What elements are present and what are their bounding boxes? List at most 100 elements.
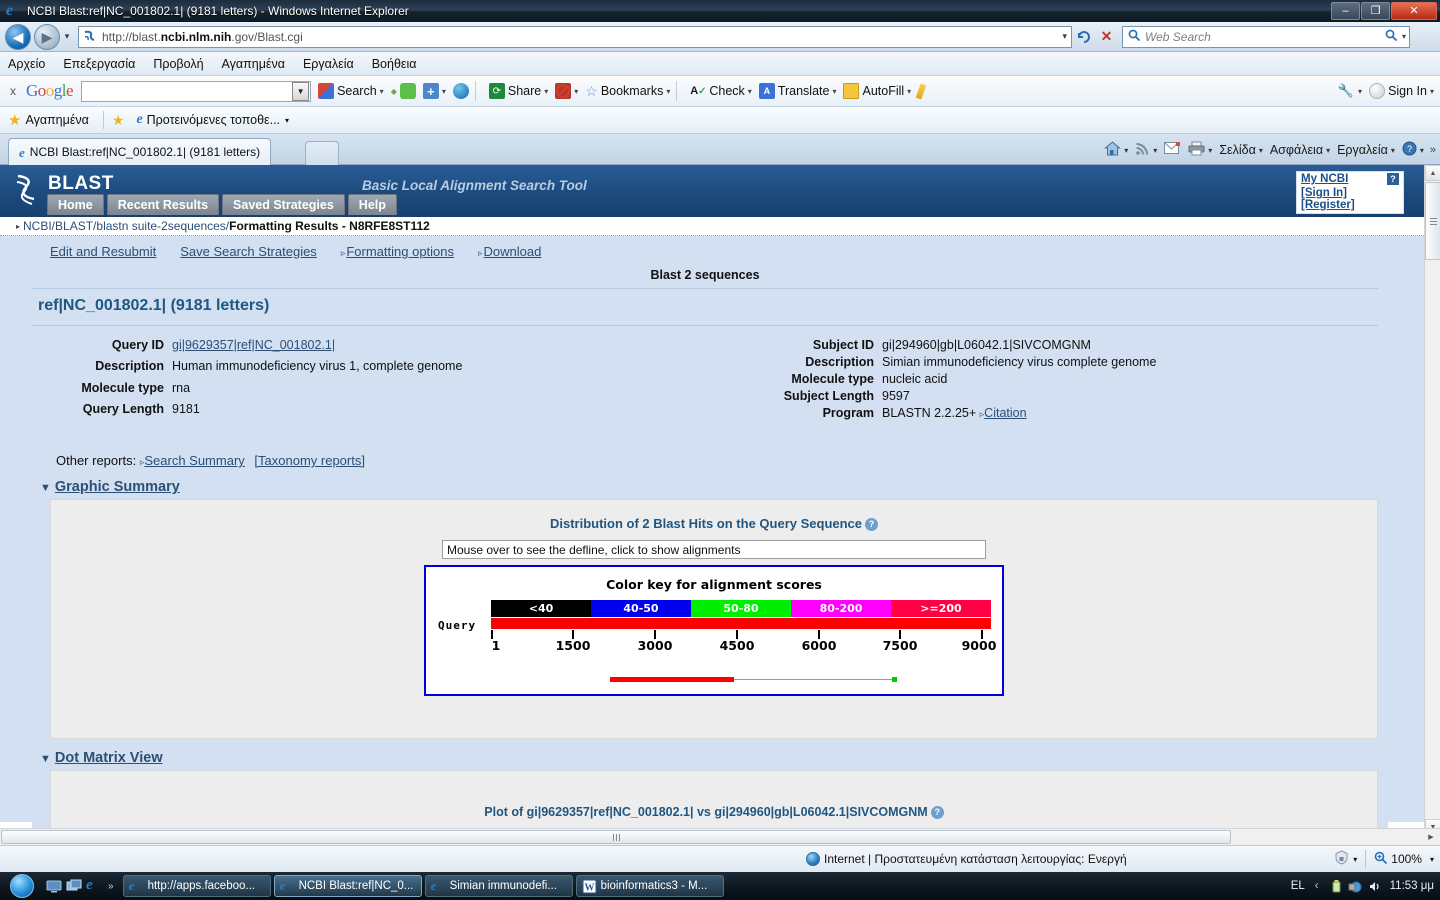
taxonomy-reports-link[interactable]: [Taxonomy reports] [254, 453, 365, 468]
blast-tab-help[interactable]: Help [347, 194, 397, 215]
google-earth-button[interactable] [452, 83, 469, 99]
start-button[interactable] [0, 872, 44, 900]
google-translate-button[interactable]: A Translate ▾ [758, 83, 836, 99]
taskbar-item-simian[interactable]: e Simian immunodefi... [424, 875, 573, 897]
breadcrumb-blastn-suite[interactable]: blastn suite-2sequences/ [96, 219, 229, 233]
battery-icon[interactable] [1329, 879, 1344, 894]
url-bar[interactable]: http://blast.ncbi.nlm.nih.gov/Blast.cgi … [78, 25, 1072, 48]
suggested-sites-button[interactable]: e Προτεινόμενες τοποθε... ▾ [136, 113, 289, 128]
read-mail-button[interactable] [1164, 142, 1181, 158]
menu-item-help[interactable]: Βοήθεια [372, 57, 417, 71]
dot-matrix-help-icon[interactable]: ? [930, 806, 944, 819]
my-ncbi-help-icon[interactable]: ? [1387, 173, 1399, 185]
menu-item-view[interactable]: Προβολή [153, 57, 203, 71]
back-button[interactable]: ◀ [5, 23, 31, 50]
formatting-options-link[interactable]: Formatting options [346, 244, 454, 259]
search-summary-link[interactable]: Search Summary [144, 453, 244, 468]
clock[interactable]: 11:53 μμ [1390, 880, 1434, 892]
breadcrumb-ncbi[interactable]: NCBI/ [23, 219, 55, 233]
scroll-right-button[interactable]: ▶ [1423, 830, 1439, 844]
google-signin-button[interactable]: Sign In ▾ [1369, 83, 1434, 99]
tray-expand-icon[interactable]: ‹ [1315, 880, 1319, 892]
google-sidewiki-button[interactable]: ◆ [391, 83, 416, 99]
search-submit-icon[interactable] [1385, 29, 1398, 45]
blast-hit-bar[interactable] [892, 677, 897, 682]
google-autofill-button[interactable]: AutoFill ▾ [843, 83, 911, 99]
download-link[interactable]: Download [484, 244, 542, 259]
close-button[interactable]: ✕ [1391, 2, 1437, 20]
google-share-button[interactable]: ⟳ Share ▾ [488, 83, 548, 99]
recent-pages-caret[interactable]: ▾ [60, 31, 74, 42]
minimize-button[interactable]: – [1331, 2, 1360, 20]
my-ncbi-link[interactable]: My NCBI [1301, 173, 1348, 185]
search-provider-caret[interactable]: ▾ [1402, 32, 1406, 41]
maximize-button[interactable]: ❐ [1361, 2, 1390, 20]
google-plus-button[interactable]: + ▾ [422, 83, 446, 99]
forward-button[interactable]: ▶ [34, 23, 60, 50]
language-indicator[interactable]: EL [1291, 880, 1305, 892]
volume-icon[interactable] [1367, 879, 1382, 894]
tab-ncbi-blast[interactable]: e NCBI Blast:ref|NC_001802.1| (9181 lett… [8, 138, 272, 165]
blast-tab-saved-strategies[interactable]: Saved Strategies [222, 194, 345, 215]
security-menu-button[interactable]: Ασφάλεια ▾ [1270, 143, 1330, 157]
blast-tab-home[interactable]: Home [47, 194, 104, 215]
horizontal-scrollbar[interactable]: ▶ [0, 828, 1440, 845]
feeds-button[interactable]: ▾ [1135, 141, 1157, 159]
query-id-link[interactable]: gi|9629357|ref|NC_001802.1| [172, 338, 335, 352]
zoom-level-label[interactable]: 100% [1391, 852, 1422, 866]
google-highlighter-button[interactable] [915, 82, 927, 100]
google-search-button[interactable]: Search ▾ [318, 83, 384, 99]
taskbar-item-facebook[interactable]: e http://apps.faceboo... [122, 875, 271, 897]
sign-in-link[interactable]: [Sign In] [1301, 187, 1347, 199]
web-search-box[interactable]: Web Search ▾ [1122, 25, 1410, 48]
zoom-caret-icon[interactable]: ▾ [1430, 855, 1434, 864]
citation-link[interactable]: Citation [984, 406, 1026, 420]
command-overflow-button[interactable]: » [1430, 144, 1436, 156]
google-popup-blocker-button[interactable]: ▾ [555, 83, 578, 99]
distribution-help-icon[interactable]: ? [865, 518, 879, 531]
menu-item-tools[interactable]: Εργαλεία [303, 57, 354, 71]
network-icon[interactable] [1348, 879, 1363, 894]
tools-menu-button[interactable]: Εργαλεία ▾ [1337, 143, 1395, 157]
taskbar-item-ncbi-blast[interactable]: e NCBI Blast:ref|NC_0... [273, 875, 422, 897]
graphic-summary-heading[interactable]: Graphic Summary [55, 479, 180, 495]
stop-button[interactable]: ✕ [1095, 26, 1118, 48]
graphic-summary-collapse-icon[interactable]: ▼ [40, 482, 51, 494]
refresh-button[interactable] [1072, 26, 1095, 48]
taskbar-item-bioinformatics3[interactable]: W bioinformatics3 - M... [575, 875, 724, 897]
menu-item-edit[interactable]: Επεξεργασία [63, 57, 135, 71]
help-menu-button[interactable]: ? ▾ [1402, 141, 1424, 159]
vertical-scroll-thumb[interactable] [1425, 182, 1440, 260]
vertical-scrollbar[interactable]: ▲ ▼ [1424, 165, 1440, 835]
url-dropdown-caret[interactable]: ▾ [1062, 31, 1067, 42]
blast-hit-bar[interactable] [610, 677, 734, 682]
ie-quick-launch-icon[interactable]: e [86, 877, 103, 895]
google-search-input[interactable]: ▼ [81, 80, 312, 102]
home-button[interactable]: ▾ [1104, 141, 1128, 159]
google-bookmarks-button[interactable]: ☆ Bookmarks ▾ [585, 83, 670, 100]
edit-and-resubmit-link[interactable]: Edit and Resubmit [50, 244, 156, 259]
register-link[interactable]: [Register] [1301, 199, 1355, 211]
print-button[interactable]: ▾ [1188, 141, 1212, 159]
save-search-strategies-link[interactable]: Save Search Strategies [180, 244, 317, 259]
scroll-up-button[interactable]: ▲ [1425, 165, 1440, 181]
dot-matrix-collapse-icon[interactable]: ▼ [40, 753, 51, 765]
breadcrumb-blast[interactable]: BLAST/ [55, 219, 96, 233]
new-tab-button[interactable] [305, 141, 339, 165]
blast-tab-recent-results[interactable]: Recent Results [106, 194, 220, 215]
google-settings-button[interactable]: 🔧 ▾ [1338, 83, 1362, 99]
add-to-favorites-bar-button[interactable]: ★ [112, 112, 131, 129]
page-menu-button[interactable]: Σελίδα ▾ [1219, 143, 1263, 157]
google-search-history-caret[interactable]: ▼ [292, 81, 310, 101]
horizontal-scroll-thumb[interactable] [1, 830, 1231, 844]
google-check-button[interactable]: A ✓ Check ▾ [690, 83, 752, 99]
show-desktop-icon[interactable] [46, 878, 63, 895]
menu-item-file[interactable]: Αρχείο [8, 57, 45, 71]
dot-matrix-heading[interactable]: Dot Matrix View [55, 750, 163, 766]
favorites-button[interactable]: ★ Αγαπημένα [8, 111, 89, 129]
quick-launch-overflow-icon[interactable]: » [108, 881, 114, 892]
zone-caret-icon[interactable]: ▾ [1353, 855, 1357, 864]
menu-item-favorites[interactable]: Αγαπημένα [222, 57, 285, 71]
close-toolbar-button[interactable]: x [0, 84, 26, 98]
switch-windows-icon[interactable] [66, 878, 83, 895]
